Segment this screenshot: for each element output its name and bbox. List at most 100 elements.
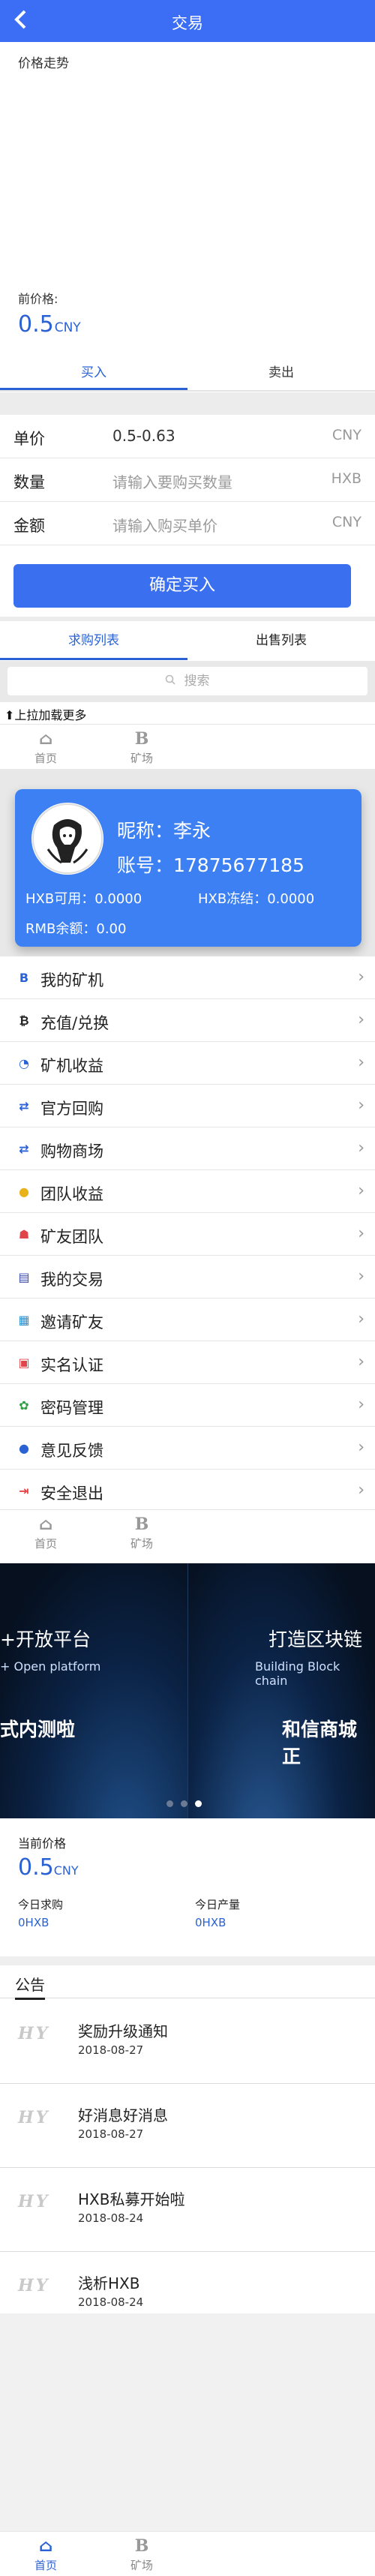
chevron-right-icon: ›	[358, 1096, 364, 1115]
tab-mine-label: 矿场	[130, 1537, 153, 1551]
menu-item-invite[interactable]: ▦ 邀请矿友 ›	[0, 1299, 375, 1341]
chart-label: 价格走势	[18, 56, 69, 71]
my-trade-icon: ▤	[18, 1270, 30, 1284]
buyback-icon: ⇄	[19, 1099, 29, 1113]
divider	[0, 392, 375, 415]
notice-date: 2018-08-24	[78, 2211, 144, 2225]
unit-price-row: 单价 0.5-0.63 CNY	[0, 415, 375, 458]
avatar[interactable]	[32, 803, 104, 875]
chevron-right-icon: ›	[358, 1267, 364, 1286]
tab-mine-label: 矿场	[130, 2559, 153, 2572]
menu-item-team-income[interactable]: ● 团队收益 ›	[0, 1170, 375, 1213]
tab-buy-list[interactable]: 求购列表	[0, 621, 188, 660]
banner-title: 打造区块链	[268, 1629, 363, 1650]
menu-item-label: 团队收益	[40, 1185, 104, 1203]
menu-item-label: 官方回购	[40, 1100, 104, 1118]
logout-icon: ⇥	[19, 1484, 29, 1498]
tab-mine[interactable]: B 矿场	[108, 1513, 176, 1551]
divider	[0, 1956, 375, 1965]
bottom-tab-bar: ⌂ 首页 B 矿场	[0, 1509, 375, 1554]
notice-heading-text: 公告	[15, 1973, 45, 2000]
amount-label: 金额	[14, 517, 45, 535]
price-value: 0.5CNY	[18, 311, 81, 338]
quantity-unit: HXB	[331, 470, 362, 487]
notice-logo-icon: HY	[18, 2024, 50, 2043]
menu-item-my-trade[interactable]: ▤ 我的交易 ›	[0, 1256, 375, 1299]
mine-icon: B	[134, 1515, 149, 1534]
notice-item[interactable]: HY HXB私募开始啦 2018-08-24	[0, 2168, 375, 2252]
tab-mine[interactable]: B 矿场	[108, 2535, 176, 2573]
tab-home[interactable]: ⌂ 首页	[12, 2535, 80, 2573]
home-icon: ⌂	[38, 729, 53, 749]
profile-card: 昵称：李永 账号：17875677185 HXB可用：0.0000 HXB冻结：…	[15, 789, 362, 947]
price-unit: CNY	[54, 320, 81, 335]
menu-item-label: 购物商场	[40, 1142, 104, 1160]
menu-item-label: 意见反馈	[40, 1442, 104, 1460]
menu-item-realname[interactable]: ▣ 实名认证 ›	[0, 1341, 375, 1384]
menu-item-buyback[interactable]: ⇄ 官方回购 ›	[0, 1085, 375, 1127]
hxb-frozen: HXB冻结：0.0000	[198, 891, 315, 907]
quantity-row: 数量 请输入要购买数量 HXB	[0, 458, 375, 502]
current-price-number: 0.5	[18, 1854, 54, 1881]
home-icon: ⌂	[38, 1515, 53, 1534]
tab-sell-list[interactable]: 出售列表	[188, 621, 375, 660]
search-bar: 搜索	[0, 661, 375, 702]
amount-input[interactable]: 请输入购买单价	[112, 514, 218, 536]
tab-home-label: 首页	[34, 752, 57, 765]
notice-title: 奖励升级通知	[78, 2022, 168, 2040]
quantity-input[interactable]: 请输入要购买数量	[112, 470, 232, 492]
today-output-label: 今日产量	[195, 1898, 241, 1911]
menu-item-label: 邀请矿友	[40, 1314, 104, 1332]
notice-logo-icon: HY	[18, 2276, 50, 2295]
menu-item-logout[interactable]: ⇥ 安全退出 ›	[0, 1470, 375, 1512]
menu-item-label: 安全退出	[40, 1485, 104, 1503]
tab-buy[interactable]: 买入	[0, 356, 188, 390]
chevron-right-icon: ›	[358, 968, 364, 986]
confirm-buy-button[interactable]: 确定买入	[14, 564, 351, 608]
menu-item-my-miner[interactable]: B 我的矿机 ›	[0, 956, 375, 999]
notice-date: 2018-08-27	[78, 2127, 144, 2141]
carousel-dot-active[interactable]	[195, 1800, 202, 1807]
notice-title: HXB私募开始啦	[78, 2190, 185, 2208]
mine-icon: B	[134, 729, 149, 749]
bottom-tab-bar: ⌂ 首页 B 矿场	[0, 724, 375, 769]
chevron-right-icon: ›	[358, 1438, 364, 1457]
chevron-right-icon: ›	[358, 1395, 364, 1414]
mine-icon: B	[134, 2536, 149, 2556]
banner-carousel[interactable]: +开放平台 + Open platform 式内测啦 打造区块链 Buildin…	[0, 1563, 375, 1818]
carousel-dot[interactable]	[181, 1800, 188, 1807]
menu-item-recharge[interactable]: ₿ 充值/兑换 ›	[0, 999, 375, 1042]
tab-sell[interactable]: 卖出	[188, 356, 375, 390]
tab-mine[interactable]: B 矿场	[108, 728, 176, 766]
search-input[interactable]: 搜索	[8, 667, 368, 695]
carousel-dot[interactable]	[166, 1800, 173, 1807]
tab-home[interactable]: ⌂ 首页	[12, 1513, 80, 1551]
menu-item-team[interactable]: ☗ 矿友团队 ›	[0, 1213, 375, 1256]
quantity-label: 数量	[14, 473, 45, 491]
menu-item-mall[interactable]: ⇄ 购物商场 ›	[0, 1127, 375, 1170]
menu-item-miner-income[interactable]: ◔ 矿机收益 ›	[0, 1042, 375, 1085]
pull-to-load-hint: ⬆上拉加载更多	[4, 708, 87, 722]
menu-item-label: 我的矿机	[40, 971, 104, 989]
today-output-value: 0HXB	[195, 1916, 226, 1929]
unit-price-unit: CNY	[332, 427, 362, 443]
notice-item[interactable]: HY 好消息好消息 2018-08-27	[0, 2084, 375, 2168]
home-icon: ⌂	[38, 2536, 53, 2556]
banner-slide	[188, 1563, 375, 1818]
tab-home-label: 首页	[34, 1537, 57, 1551]
chevron-right-icon: ›	[358, 1010, 364, 1029]
mall-icon: ⇄	[19, 1142, 29, 1156]
amount-unit: CNY	[332, 514, 362, 530]
banner-subtitle: + Open platform	[0, 1659, 101, 1674]
banner-text: 和信商城正	[282, 1719, 358, 1767]
menu-item-feedback[interactable]: ● 意见反馈 ›	[0, 1427, 375, 1470]
current-price-label: 当前价格	[18, 1836, 67, 1851]
today-buy-value: 0HXB	[18, 1916, 50, 1929]
menu-item-password[interactable]: ✿ 密码管理 ›	[0, 1384, 375, 1427]
chevron-right-icon: ›	[358, 1139, 364, 1157]
menu-item-label: 实名认证	[40, 1356, 104, 1374]
tab-home[interactable]: ⌂ 首页	[12, 728, 80, 766]
notice-item[interactable]: HY 奖励升级通知 2018-08-27	[0, 2000, 375, 2084]
trade-tabs: 买入 卖出	[0, 356, 375, 392]
invite-icon: ▦	[18, 1313, 30, 1327]
